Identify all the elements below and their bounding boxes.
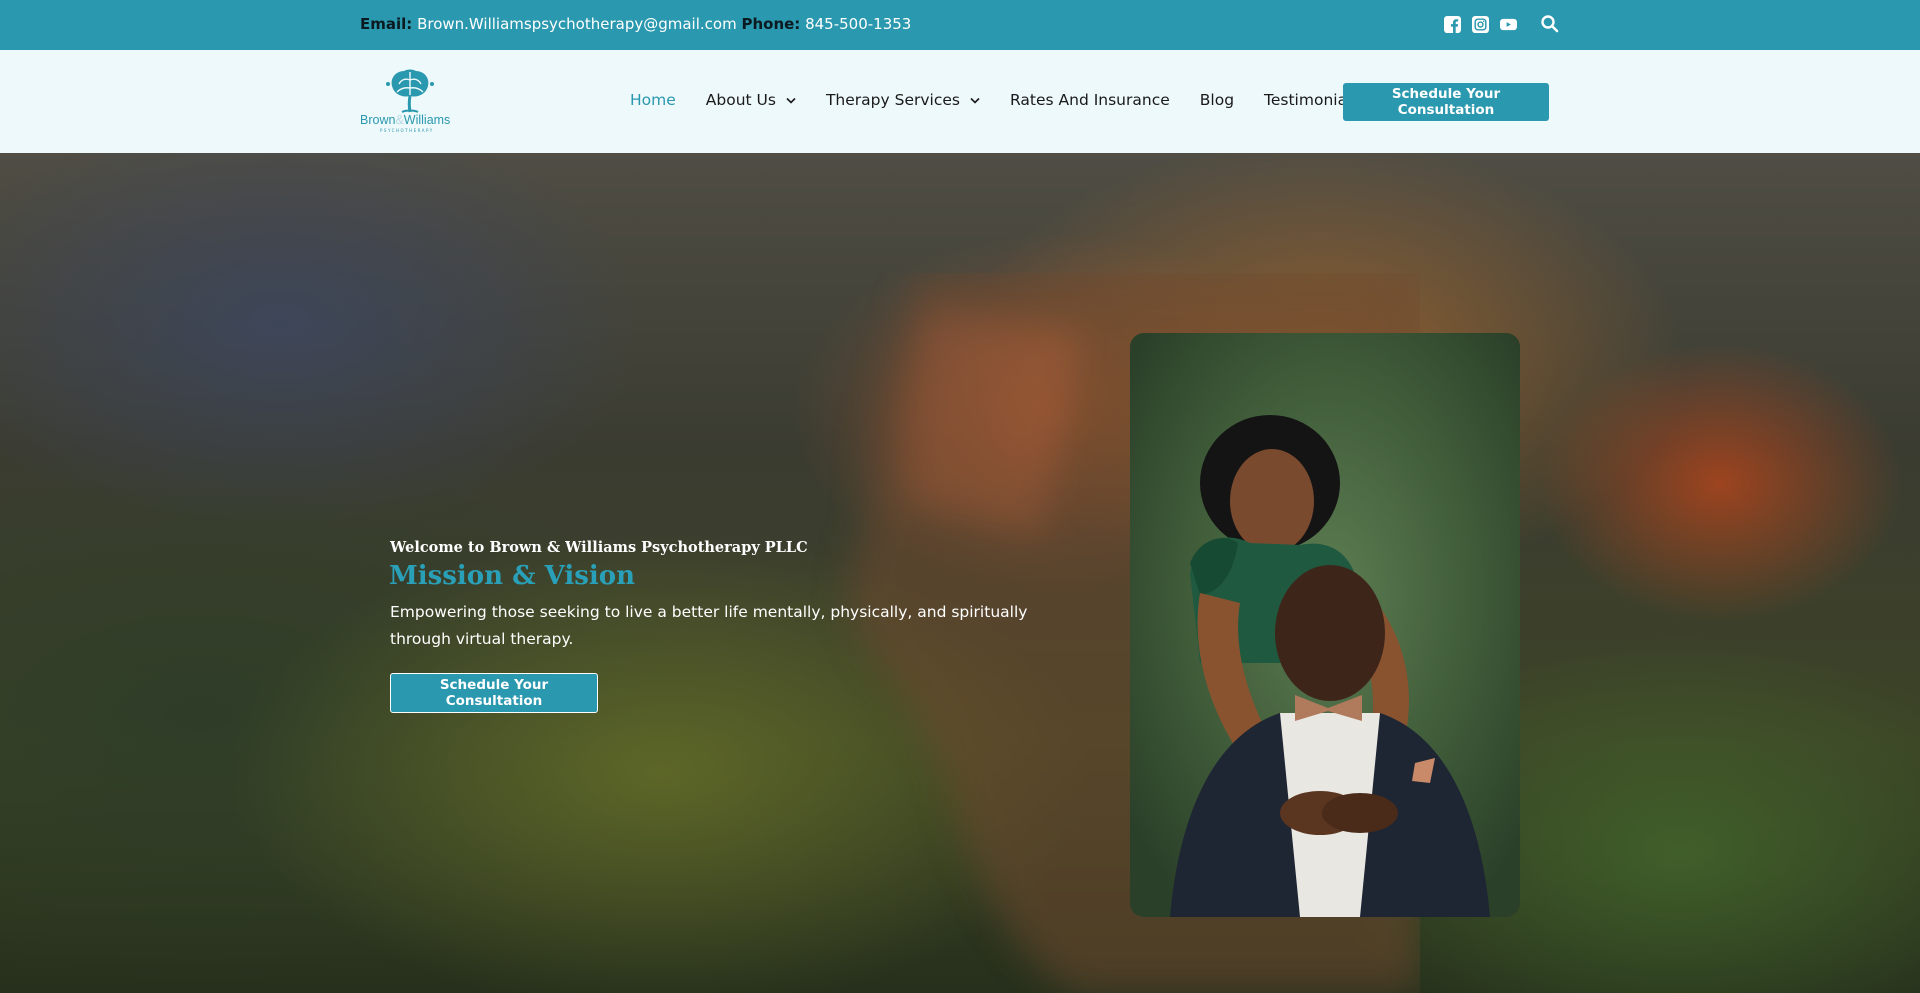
instagram-icon[interactable] (1472, 16, 1489, 33)
logo-subtitle: PSYCHOTHERAPY (380, 128, 434, 133)
phone-link[interactable]: 845-500-1353 (805, 15, 911, 33)
nav-item-rates-and-insurance[interactable]: Rates And Insurance (1010, 91, 1170, 109)
logo-name-last: Williams (403, 113, 451, 127)
schedule-consultation-hero-button[interactable]: Schedule Your Consultation (390, 673, 598, 713)
top-bar: Email: Brown.Williamspsychotherapy@gmail… (0, 0, 1920, 50)
couple-portrait-photo (1130, 333, 1520, 917)
chevron-down-icon (970, 97, 980, 104)
phone-label: Phone: (741, 15, 801, 33)
contact-info: Email: Brown.Williamspsychotherapy@gmail… (360, 15, 911, 33)
email-link[interactable]: Brown.Williamspsychotherapy@gmail.com (417, 15, 737, 33)
schedule-consultation-header-button[interactable]: Schedule Your Consultation (1343, 83, 1549, 121)
nav-item-label: Rates And Insurance (1009, 91, 1170, 109)
search-icon[interactable] (1540, 14, 1560, 34)
youtube-icon[interactable] (1500, 16, 1517, 33)
site-header: Brown&Williams PSYCHOTHERAPY Home About … (0, 50, 1920, 153)
hero-welcome-text: Welcome to Brown & Williams Psychotherap… (390, 539, 808, 556)
brain-tree-logo-icon (386, 69, 434, 113)
logo-wordmark: Brown&Williams (360, 113, 450, 127)
nav-item-label: Home (630, 91, 676, 109)
nav-item-blog[interactable]: Blog (1200, 91, 1234, 109)
nav-item-about-us[interactable]: About Us (706, 91, 796, 109)
logo-name-amp: & (395, 113, 404, 127)
hero-heading: Mission & Vision (389, 561, 635, 591)
logo-name-first: Brown (360, 113, 396, 127)
nav-item-label: Blog (1199, 91, 1235, 109)
email-label: Email: (360, 15, 413, 33)
chevron-down-icon (786, 97, 796, 104)
hero-tagline: Empowering those seeking to live a bette… (390, 603, 1028, 648)
nav-item-therapy-services[interactable]: Therapy Services (826, 91, 980, 109)
couple-portrait-illustration (1170, 415, 1490, 917)
nav-item-label: About Us (705, 91, 776, 109)
site-logo[interactable]: Brown&Williams PSYCHOTHERAPY (358, 68, 462, 134)
nav-item-label: Therapy Services (825, 91, 960, 109)
social-links (1444, 16, 1517, 33)
facebook-icon[interactable] (1444, 16, 1461, 33)
main-nav: Home About Us Therapy Services Rates And… (630, 91, 1389, 109)
nav-item-home[interactable]: Home (630, 91, 676, 109)
hero-section: Welcome to Brown & Williams Psychotherap… (0, 153, 1920, 993)
